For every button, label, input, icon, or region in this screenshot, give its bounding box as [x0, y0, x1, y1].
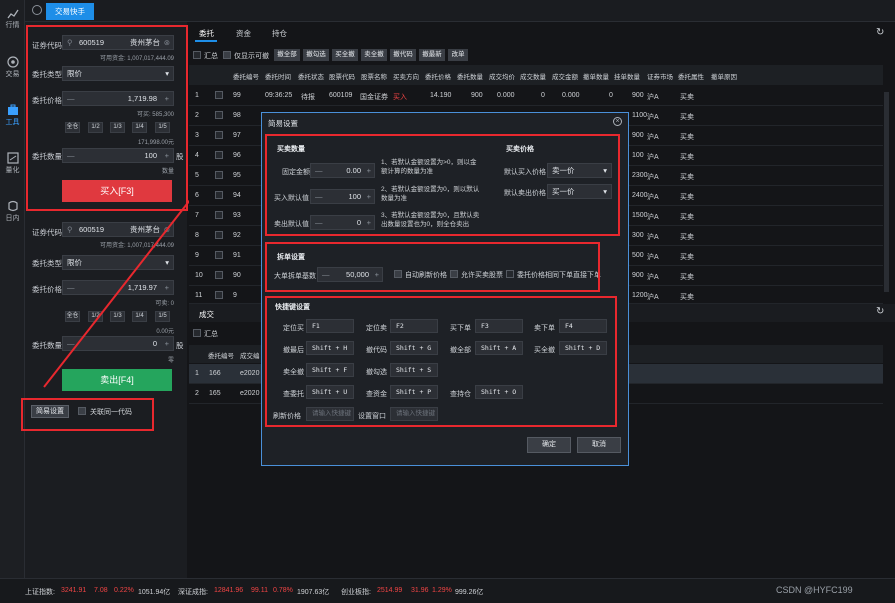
settings-gear-icon[interactable]: [32, 5, 42, 15]
toolbox-icon: [7, 104, 18, 115]
left-nav: 行情 交易 工具 量化 日内: [0, 0, 25, 578]
modify-order-button[interactable]: 改单: [448, 49, 468, 61]
trades-summary-checkbox[interactable]: [193, 329, 201, 337]
table-row[interactable]: 1 99 09:36:25 待报 600109 国金证券 买入 14.190 9…: [189, 86, 883, 106]
top-bar: 交易快手: [25, 0, 895, 22]
nav-item-intraday[interactable]: 日内: [0, 200, 25, 223]
cancel-latest-button[interactable]: 撤最新: [419, 49, 445, 61]
status-bar: 上证指数: 3241.91 7.08 0.22% 1051.94亿 深证成指: …: [0, 578, 895, 603]
cancel-all-sell-button[interactable]: 卖全撤: [361, 49, 387, 61]
cancel-all-button[interactable]: 撤全部: [274, 49, 300, 61]
tab-quick-trade[interactable]: 交易快手: [46, 3, 94, 20]
tab-funds[interactable]: 资金: [236, 28, 251, 39]
refresh-icon[interactable]: ↻: [876, 27, 884, 38]
close-icon[interactable]: ×: [613, 117, 622, 126]
trade-icon: [6, 56, 19, 68]
highlight-hotkeys: [265, 296, 617, 427]
active-tab-indicator: [195, 40, 217, 42]
cancel-button[interactable]: 取消: [577, 437, 621, 453]
nav-item-tools[interactable]: 工具: [0, 104, 25, 127]
refresh-icon[interactable]: ↻: [876, 306, 884, 317]
row-checkbox[interactable]: [215, 91, 223, 99]
nav-item-market[interactable]: 行情: [0, 8, 25, 30]
ok-button[interactable]: 确定: [527, 437, 571, 453]
only-cancellable-checkbox[interactable]: [223, 51, 231, 59]
nav-item-trade[interactable]: 交易: [0, 56, 25, 79]
intraday-icon: [7, 200, 18, 212]
tab-orders[interactable]: 委托: [199, 28, 214, 39]
watermark: CSDN @HYFC199: [776, 585, 853, 595]
cancel-all-buy-button[interactable]: 买全撤: [332, 49, 358, 61]
tab-trades[interactable]: 成交: [199, 309, 214, 320]
cancel-checked-button[interactable]: 撤勾选: [303, 49, 329, 61]
highlight-split: [265, 242, 600, 292]
highlight-settings: [21, 398, 154, 431]
cancel-by-code-button[interactable]: 撤代码: [390, 49, 416, 61]
chart-icon: [6, 9, 19, 19]
tab-positions[interactable]: 持仓: [272, 28, 287, 39]
summary-checkbox[interactable]: [193, 51, 201, 59]
orders-scrollbar[interactable]: [884, 92, 889, 292]
dialog-title: 简易设置: [268, 119, 298, 128]
quant-icon: [6, 152, 19, 164]
highlight-qty-price: [265, 134, 620, 236]
nav-item-quant[interactable]: 量化: [0, 152, 25, 175]
